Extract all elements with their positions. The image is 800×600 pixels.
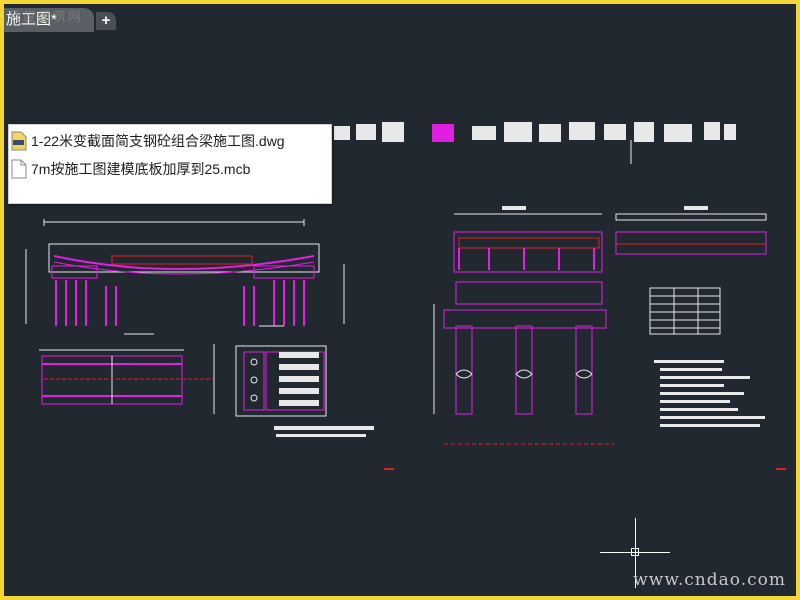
notes-right [654,360,765,427]
recent-file-item[interactable]: 7m按施工图建模底板加厚到25.mcb [9,155,331,183]
cross-section [453,206,767,273]
dwg-file-icon [11,131,27,151]
cad-window: 施工图* + 百度建筑网 1-22米变截面简支钢砼组合梁施工图.dwg 7m按施… [4,4,796,596]
pier-drawing [433,281,614,445]
plan-view [39,344,215,414]
crosshair-pickbox [631,548,639,556]
blank-file-icon [11,159,27,179]
recent-file-item[interactable]: 1-22米变截面简支钢砼组合梁施工图.dwg [9,127,331,155]
drawing-canvas[interactable] [4,34,796,596]
notes-left [274,426,374,437]
recent-file-name: 7m按施工图建模底板加厚到25.mcb [31,161,251,177]
new-tab-button[interactable]: + [96,12,116,30]
elevation-drawing [25,219,345,335]
recent-files-popup: 1-22米变截面简支钢砼组合梁施工图.dwg 7m按施工图建模底板加厚到25.m… [8,124,332,204]
tab-bar: 施工图* + 百度建筑网 [4,4,796,34]
detail-view [235,345,327,417]
recent-file-name: 1-22米变截面简支钢砼组合梁施工图.dwg [31,133,285,149]
quantity-table [649,287,721,335]
watermark-top: 百度建筑网 [8,9,84,24]
watermark-bottom: www.cndao.com [633,570,786,590]
